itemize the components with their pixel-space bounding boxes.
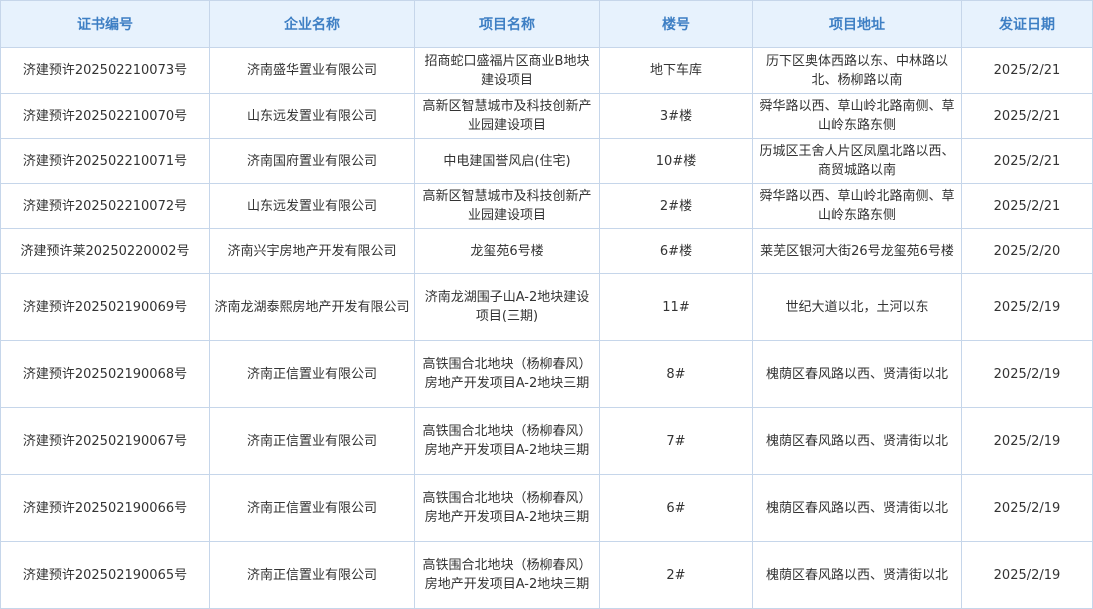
company-cell: 济南正信置业有限公司 (209, 407, 415, 475)
header-company: 企业名称 (209, 0, 415, 48)
issue-date-cell: 2025/2/19 (961, 407, 1093, 475)
issue-date-cell: 2025/2/19 (961, 541, 1093, 609)
table-row: 济建预许202502190066号 济南正信置业有限公司 高铁围合北地块（杨柳春… (0, 474, 1093, 542)
cert-no-cell: 济建预许202502190068号 (0, 340, 210, 408)
address-cell: 槐荫区春风路以西、贤清街以北 (752, 541, 962, 609)
issue-date-cell: 2025/2/21 (961, 183, 1093, 229)
building-cell: 3#楼 (599, 93, 753, 139)
project-cell: 招商蛇口盛福片区商业B地块建设项目 (414, 47, 600, 94)
address-cell: 莱芜区银河大街26号龙玺苑6号楼 (752, 228, 962, 274)
cert-no-cell: 济建预许202502210073号 (0, 47, 210, 94)
address-cell: 历城区王舍人片区凤凰北路以西、商贸城路以南 (752, 138, 962, 184)
header-issue-date: 发证日期 (961, 0, 1093, 48)
project-cell: 济南龙湖围子山A-2地块建设项目(三期) (414, 273, 600, 341)
table-row: 济建预许202502190069号 济南龙湖泰熙房地产开发有限公司 济南龙湖围子… (0, 273, 1093, 341)
table-row: 济建预许202502190065号 济南正信置业有限公司 高铁围合北地块（杨柳春… (0, 541, 1093, 609)
building-cell: 10#楼 (599, 138, 753, 184)
issue-date-cell: 2025/2/19 (961, 273, 1093, 341)
cert-no-cell: 济建预许202502190069号 (0, 273, 210, 341)
company-cell: 济南正信置业有限公司 (209, 541, 415, 609)
company-cell: 济南龙湖泰熙房地产开发有限公司 (209, 273, 415, 341)
cert-no-cell: 济建预许莱20250220002号 (0, 228, 210, 274)
table-row: 济建预许202502210073号 济南盛华置业有限公司 招商蛇口盛福片区商业B… (0, 47, 1093, 94)
cert-no-cell: 济建预许202502210070号 (0, 93, 210, 139)
project-cell: 高铁围合北地块（杨柳春风）房地产开发项目A-2地块三期 (414, 407, 600, 475)
table-row: 济建预许202502210070号 山东远发置业有限公司 高新区智慧城市及科技创… (0, 93, 1093, 139)
building-cell: 地下车库 (599, 47, 753, 94)
table-row: 济建预许202502190068号 济南正信置业有限公司 高铁围合北地块（杨柳春… (0, 340, 1093, 408)
issue-date-cell: 2025/2/21 (961, 138, 1093, 184)
address-cell: 槐荫区春风路以西、贤清街以北 (752, 340, 962, 408)
issue-date-cell: 2025/2/19 (961, 340, 1093, 408)
building-cell: 11# (599, 273, 753, 341)
building-cell: 2#楼 (599, 183, 753, 229)
cert-no-cell: 济建预许202502210071号 (0, 138, 210, 184)
company-cell: 济南正信置业有限公司 (209, 474, 415, 542)
building-cell: 6# (599, 474, 753, 542)
company-cell: 山东远发置业有限公司 (209, 183, 415, 229)
issue-date-cell: 2025/2/21 (961, 93, 1093, 139)
header-address: 项目地址 (752, 0, 962, 48)
company-cell: 山东远发置业有限公司 (209, 93, 415, 139)
cert-no-cell: 济建预许202502190065号 (0, 541, 210, 609)
table-row: 济建预许202502210071号 济南国府置业有限公司 中电建国誉风启(住宅)… (0, 138, 1093, 184)
issue-date-cell: 2025/2/19 (961, 474, 1093, 542)
table-header-row: 证书编号 企业名称 项目名称 楼号 项目地址 发证日期 (0, 0, 1093, 48)
project-cell: 高铁围合北地块（杨柳春风）房地产开发项目A-2地块三期 (414, 541, 600, 609)
project-cell: 龙玺苑6号楼 (414, 228, 600, 274)
cert-no-cell: 济建预许202502190066号 (0, 474, 210, 542)
building-cell: 7# (599, 407, 753, 475)
address-cell: 世纪大道以北，土河以东 (752, 273, 962, 341)
issue-date-cell: 2025/2/21 (961, 47, 1093, 94)
project-cell: 高铁围合北地块（杨柳春风）房地产开发项目A-2地块三期 (414, 474, 600, 542)
company-cell: 济南兴宇房地产开发有限公司 (209, 228, 415, 274)
address-cell: 舜华路以西、草山岭北路南侧、草山岭东路东侧 (752, 93, 962, 139)
cert-no-cell: 济建预许202502190067号 (0, 407, 210, 475)
project-cell: 中电建国誉风启(住宅) (414, 138, 600, 184)
issue-date-cell: 2025/2/20 (961, 228, 1093, 274)
header-cert-no: 证书编号 (0, 0, 210, 48)
building-cell: 8# (599, 340, 753, 408)
header-project: 项目名称 (414, 0, 600, 48)
building-cell: 6#楼 (599, 228, 753, 274)
table-row: 济建预许202502210072号 山东远发置业有限公司 高新区智慧城市及科技创… (0, 183, 1093, 229)
address-cell: 舜华路以西、草山岭北路南侧、草山岭东路东侧 (752, 183, 962, 229)
project-cell: 高铁围合北地块（杨柳春风）房地产开发项目A-2地块三期 (414, 340, 600, 408)
address-cell: 槐荫区春风路以西、贤清街以北 (752, 474, 962, 542)
company-cell: 济南正信置业有限公司 (209, 340, 415, 408)
table-row: 济建预许202502190067号 济南正信置业有限公司 高铁围合北地块（杨柳春… (0, 407, 1093, 475)
building-cell: 2# (599, 541, 753, 609)
table-row: 济建预许莱20250220002号 济南兴宇房地产开发有限公司 龙玺苑6号楼 6… (0, 228, 1093, 274)
project-cell: 高新区智慧城市及科技创新产业园建设项目 (414, 93, 600, 139)
cert-no-cell: 济建预许202502210072号 (0, 183, 210, 229)
header-building: 楼号 (599, 0, 753, 48)
address-cell: 槐荫区春风路以西、贤清街以北 (752, 407, 962, 475)
presale-permit-table: 证书编号 企业名称 项目名称 楼号 项目地址 发证日期 济建预许20250221… (0, 0, 1093, 609)
company-cell: 济南国府置业有限公司 (209, 138, 415, 184)
company-cell: 济南盛华置业有限公司 (209, 47, 415, 94)
project-cell: 高新区智慧城市及科技创新产业园建设项目 (414, 183, 600, 229)
address-cell: 历下区奥体西路以东、中林路以北、杨柳路以南 (752, 47, 962, 94)
